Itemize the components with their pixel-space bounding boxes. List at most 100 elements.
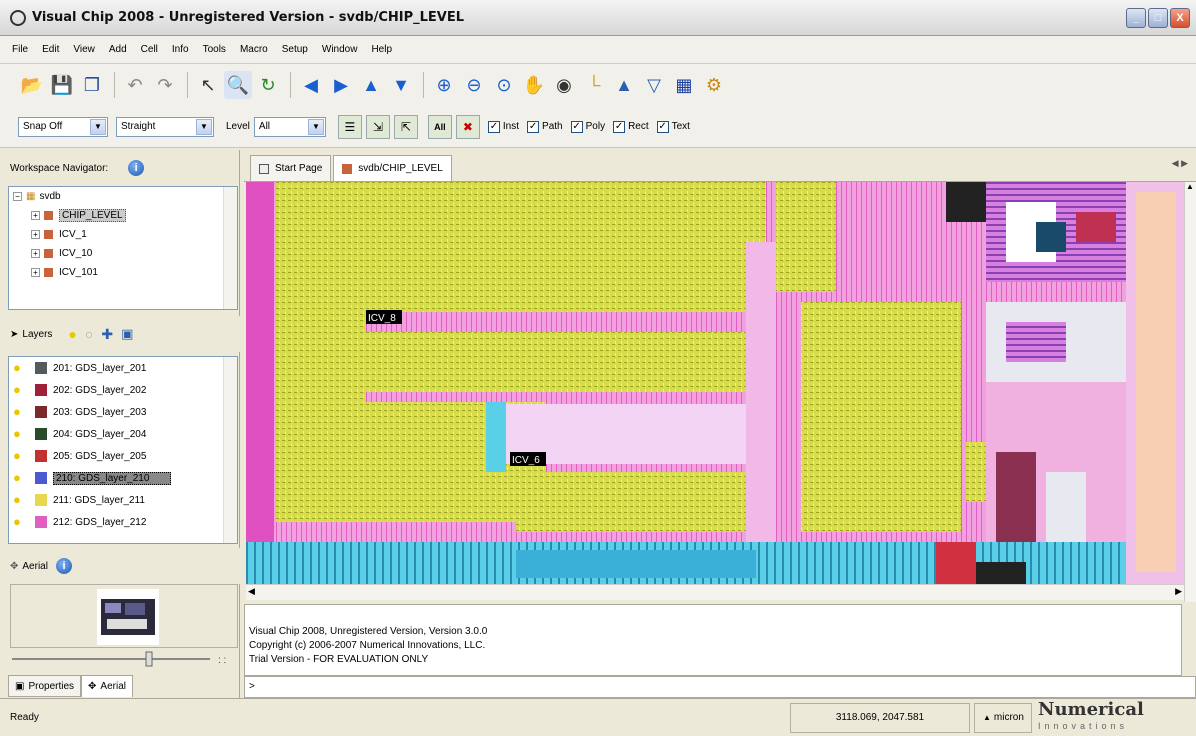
layer-row-selected[interactable]: ● 210: GDS_layer_210: [9, 467, 237, 489]
scroll-left-icon[interactable]: ◀: [248, 586, 255, 597]
menu-help[interactable]: Help: [371, 44, 392, 55]
tab-chip-level[interactable]: svdb/CHIP_LEVEL: [333, 155, 452, 181]
menu-window[interactable]: Window: [322, 44, 358, 55]
layout-canvas[interactable]: ICV_8 ICV_6: [246, 182, 1184, 584]
redo-icon[interactable]: ↷: [151, 71, 179, 99]
bulb-icon[interactable]: ●: [13, 448, 27, 464]
pan-left-icon[interactable]: ◀: [297, 71, 325, 99]
layer-row[interactable]: ● 212: GDS_layer_212: [9, 511, 237, 533]
save-icon[interactable]: 💾: [48, 71, 76, 99]
pan-right-icon[interactable]: ▶: [327, 71, 355, 99]
layers-scrollbar[interactable]: [223, 357, 237, 543]
bulb-icon[interactable]: ●: [13, 404, 27, 420]
tree-item[interactable]: + ICV_101: [9, 263, 237, 282]
path-mode-select[interactable]: Straight ▼: [116, 116, 214, 137]
check-poly[interactable]: ✓ Poly: [570, 120, 605, 133]
tab-start-page[interactable]: Start Page: [250, 155, 332, 181]
expand-icon[interactable]: +: [31, 211, 40, 220]
collapse-icon[interactable]: −: [13, 192, 22, 201]
layer-row[interactable]: ● 204: GDS_layer_204: [9, 423, 237, 445]
tab-aerial[interactable]: ✥ Aerial: [81, 675, 133, 697]
tree-item[interactable]: + ICV_10: [9, 244, 237, 263]
binoculars-icon[interactable]: ◉: [550, 71, 578, 99]
menu-add[interactable]: Add: [109, 44, 127, 55]
layer-row[interactable]: ● 211: GDS_layer_211: [9, 489, 237, 511]
maximize-button[interactable]: □: [1148, 8, 1168, 28]
check-inst[interactable]: ✓ Inst: [487, 120, 519, 133]
canvas-horizontal-scrollbar[interactable]: ◀ ▶: [246, 584, 1184, 600]
clear-selection-icon[interactable]: ✖: [455, 114, 480, 139]
bulb-icon[interactable]: ●: [13, 514, 27, 530]
menu-tools[interactable]: Tools: [203, 44, 226, 55]
close-button[interactable]: X: [1170, 8, 1190, 28]
grid-icon[interactable]: ▦: [670, 71, 698, 99]
menu-macro[interactable]: Macro: [240, 44, 268, 55]
expand-icon[interactable]: +: [31, 249, 40, 258]
pan-down-icon[interactable]: ▼: [387, 71, 415, 99]
add-layer-icon[interactable]: ✚: [101, 326, 113, 343]
layer-row[interactable]: ● 203: GDS_layer_203: [9, 401, 237, 423]
menu-edit[interactable]: Edit: [42, 44, 59, 55]
layer-row[interactable]: ● 202: GDS_layer_202: [9, 379, 237, 401]
menu-setup[interactable]: Setup: [282, 44, 308, 55]
tree-root[interactable]: − ▦ svdb: [9, 187, 237, 206]
bulb-icon[interactable]: ●: [13, 492, 27, 508]
bulb-on-icon[interactable]: ●: [68, 326, 76, 342]
zoom-in-icon[interactable]: ⊕: [430, 71, 458, 99]
tree-item[interactable]: + CHIP_LEVEL: [9, 206, 237, 225]
layer-row[interactable]: ● 205: GDS_layer_205: [9, 445, 237, 467]
zoom-slider[interactable]: : :: [10, 650, 238, 668]
open-folder-icon[interactable]: 📂: [18, 71, 46, 99]
undo-icon[interactable]: ↶: [121, 71, 149, 99]
units-selector[interactable]: ▲ micron: [974, 702, 1032, 733]
select-pointer-icon[interactable]: ↖: [194, 71, 222, 99]
expand-icon[interactable]: +: [31, 268, 40, 277]
aerial-view[interactable]: [10, 584, 238, 648]
menu-view[interactable]: View: [73, 44, 95, 55]
expand-icon[interactable]: +: [31, 230, 40, 239]
pan-up-icon[interactable]: ▲: [357, 71, 385, 99]
check-text[interactable]: ✓ Text: [656, 120, 690, 133]
menu-cell[interactable]: Cell: [141, 44, 158, 55]
bulb-icon[interactable]: ●: [13, 382, 27, 398]
tab-scroll-arrows-icon[interactable]: ◀ ▶: [1172, 158, 1188, 169]
menu-info[interactable]: Info: [172, 44, 189, 55]
check-path[interactable]: ✓ Path: [527, 120, 563, 133]
layer-table-icon[interactable]: ▣: [121, 326, 133, 342]
copy-windows-icon[interactable]: ❐: [78, 71, 106, 99]
command-input[interactable]: >: [244, 676, 1196, 698]
hand-pan-icon[interactable]: ✋: [520, 71, 548, 99]
layer-list-icon[interactable]: ☰: [337, 114, 362, 139]
refresh-icon[interactable]: ↻: [254, 71, 282, 99]
all-layers-icon[interactable]: All: [427, 114, 452, 139]
settings-gear-icon[interactable]: ⚙: [700, 71, 728, 99]
status-bar: Ready 3118.069, 2047.581 ▲ micron Numeri…: [0, 698, 1196, 736]
check-rect[interactable]: ✓ Rect: [613, 120, 649, 133]
tree-item[interactable]: + ICV_1: [9, 225, 237, 244]
bulb-off-icon[interactable]: ○: [85, 326, 93, 342]
bulb-icon[interactable]: ●: [13, 360, 27, 376]
minimize-button[interactable]: _: [1126, 8, 1146, 28]
zoom-fit-icon[interactable]: ⊙: [490, 71, 518, 99]
scroll-up-icon[interactable]: ▲: [1186, 182, 1194, 191]
info-icon[interactable]: i: [128, 160, 145, 176]
filter-glass-icon[interactable]: ▽: [640, 71, 668, 99]
zoom-out-icon[interactable]: ⊖: [460, 71, 488, 99]
zoom-magnifier-icon[interactable]: 🔍: [224, 71, 252, 99]
ruler-icon[interactable]: └: [580, 71, 608, 99]
tab-properties[interactable]: ▣ Properties: [8, 675, 82, 697]
menu-file[interactable]: File: [12, 44, 28, 55]
paint-bucket-icon[interactable]: ▲: [610, 71, 638, 99]
select-box-icon[interactable]: ⇲: [365, 114, 390, 139]
scroll-right-icon[interactable]: ▶: [1175, 586, 1182, 597]
tree-scrollbar[interactable]: [223, 187, 237, 309]
layer-row[interactable]: ● 201: GDS_layer_201: [9, 357, 237, 379]
canvas-vertical-scrollbar[interactable]: ▲: [1184, 182, 1196, 602]
level-select[interactable]: All ▼: [253, 116, 326, 137]
aerial-thumbnail[interactable]: [97, 589, 159, 645]
bulb-icon[interactable]: ●: [13, 470, 27, 486]
info-icon[interactable]: i: [55, 558, 72, 574]
snap-select[interactable]: Snap Off ▼: [18, 116, 108, 137]
bulb-icon[interactable]: ●: [13, 426, 27, 442]
select-all-icon[interactable]: ⇱: [393, 114, 418, 139]
